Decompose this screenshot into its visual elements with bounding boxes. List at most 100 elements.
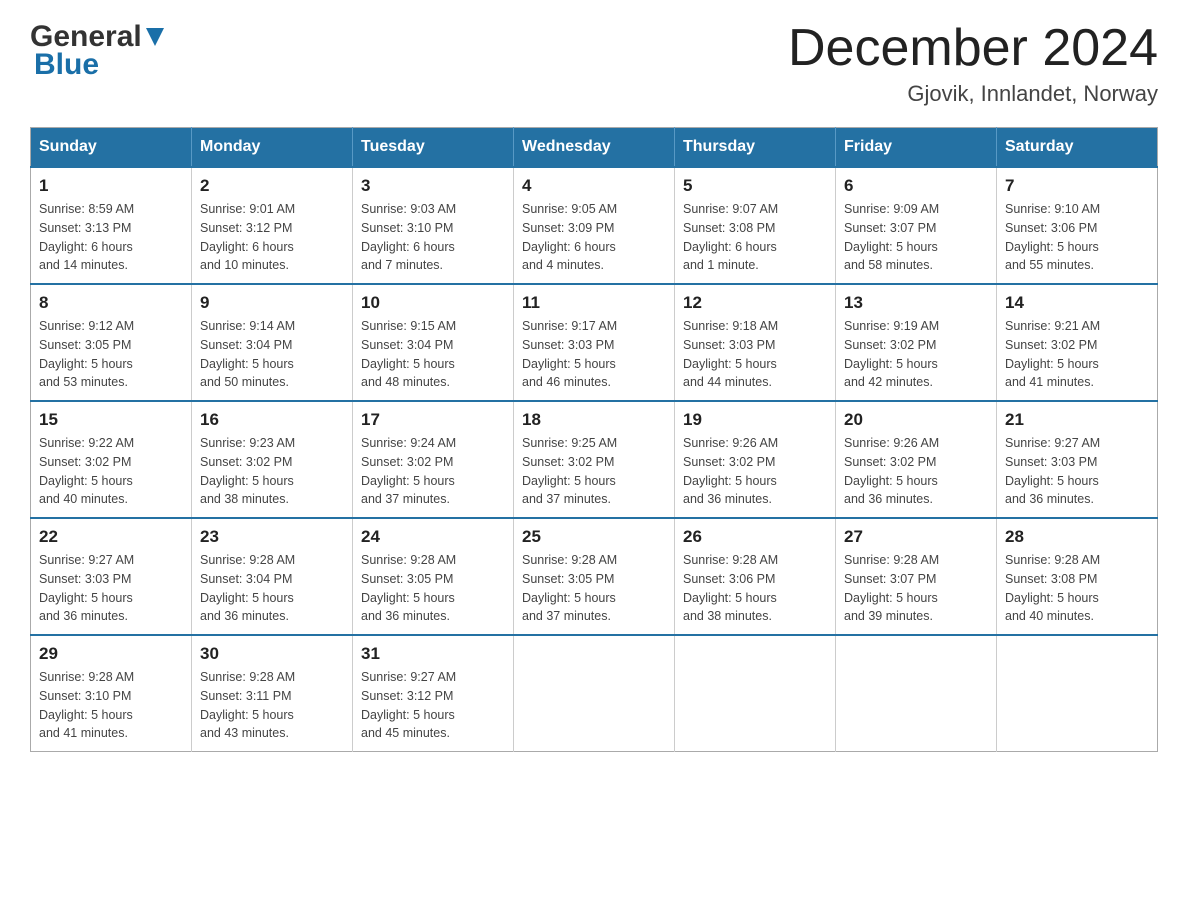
logo-blue-text: Blue [34, 48, 99, 82]
day-number: 14 [1005, 293, 1149, 313]
day-info: Sunrise: 9:28 AMSunset: 3:10 PMDaylight:… [39, 668, 183, 743]
calendar-cell: 20Sunrise: 9:26 AMSunset: 3:02 PMDayligh… [836, 401, 997, 518]
calendar-cell [675, 635, 836, 752]
day-number: 15 [39, 410, 183, 430]
calendar-cell: 13 Sunrise: 9:19 AMSunset: 3:02 PMDayligh… [836, 284, 997, 401]
calendar-header-wednesday: Wednesday [514, 128, 675, 168]
calendar-header-saturday: Saturday [997, 128, 1158, 168]
calendar-cell: 3 Sunrise: 9:03 AMSunset: 3:10 PMDaylight… [353, 167, 514, 284]
day-info: Sunrise: 9:25 AMSunset: 3:02 PMDaylight:… [522, 434, 666, 509]
calendar-cell: 28 Sunrise: 9:28 AMSunset: 3:08 PMDayligh… [997, 518, 1158, 635]
day-info: Sunrise: 8:59 AMSunset: 3:13 PMDaylight:… [39, 200, 183, 275]
day-number: 21 [1005, 410, 1149, 430]
calendar-cell: 10Sunrise: 9:15 AMSunset: 3:04 PMDayligh… [353, 284, 514, 401]
calendar-cell: 6 Sunrise: 9:09 AMSunset: 3:07 PMDaylight… [836, 167, 997, 284]
calendar-cell: 29Sunrise: 9:28 AMSunset: 3:10 PMDayligh… [31, 635, 192, 752]
day-info: Sunrise: 9:09 AMSunset: 3:07 PMDaylight:… [844, 200, 988, 275]
calendar-week-row: 8Sunrise: 9:12 AMSunset: 3:05 PMDaylight… [31, 284, 1158, 401]
day-number: 1 [39, 176, 183, 196]
calendar-cell: 31 Sunrise: 9:27 AMSunset: 3:12 PMDayligh… [353, 635, 514, 752]
day-info: Sunrise: 9:27 AMSunset: 3:12 PMDaylight:… [361, 668, 505, 743]
day-info: Sunrise: 9:18 AMSunset: 3:03 PMDaylight:… [683, 317, 827, 392]
calendar-cell: 26 Sunrise: 9:28 AMSunset: 3:06 PMDayligh… [675, 518, 836, 635]
day-info: Sunrise: 9:17 AMSunset: 3:03 PMDaylight:… [522, 317, 666, 392]
calendar-cell: 21 Sunrise: 9:27 AMSunset: 3:03 PMDayligh… [997, 401, 1158, 518]
calendar-cell: 9 Sunrise: 9:14 AMSunset: 3:04 PMDaylight… [192, 284, 353, 401]
day-info: Sunrise: 9:28 AMSunset: 3:07 PMDaylight:… [844, 551, 988, 626]
calendar-cell: 1 Sunrise: 8:59 AMSunset: 3:13 PMDaylight… [31, 167, 192, 284]
calendar-cell: 14 Sunrise: 9:21 AMSunset: 3:02 PMDayligh… [997, 284, 1158, 401]
calendar-cell: 15Sunrise: 9:22 AMSunset: 3:02 PMDayligh… [31, 401, 192, 518]
day-number: 28 [1005, 527, 1149, 547]
day-number: 11 [522, 293, 666, 313]
day-number: 6 [844, 176, 988, 196]
calendar-cell: 25 Sunrise: 9:28 AMSunset: 3:05 PMDayligh… [514, 518, 675, 635]
calendar-cell: 18Sunrise: 9:25 AMSunset: 3:02 PMDayligh… [514, 401, 675, 518]
calendar-cell: 5 Sunrise: 9:07 AMSunset: 3:08 PMDaylight… [675, 167, 836, 284]
calendar-cell: 22 Sunrise: 9:27 AMSunset: 3:03 PMDayligh… [31, 518, 192, 635]
day-number: 20 [844, 410, 988, 430]
day-number: 3 [361, 176, 505, 196]
day-number: 25 [522, 527, 666, 547]
calendar-cell [514, 635, 675, 752]
logo: General Blue [30, 20, 166, 82]
day-info: Sunrise: 9:23 AMSunset: 3:02 PMDaylight:… [200, 434, 344, 509]
day-info: Sunrise: 9:03 AMSunset: 3:10 PMDaylight:… [361, 200, 505, 275]
calendar-table: SundayMondayTuesdayWednesdayThursdayFrid… [30, 127, 1158, 752]
day-info: Sunrise: 9:14 AMSunset: 3:04 PMDaylight:… [200, 317, 344, 392]
day-info: Sunrise: 9:28 AMSunset: 3:04 PMDaylight:… [200, 551, 344, 626]
day-info: Sunrise: 9:28 AMSunset: 3:11 PMDaylight:… [200, 668, 344, 743]
day-info: Sunrise: 9:05 AMSunset: 3:09 PMDaylight:… [522, 200, 666, 275]
calendar-cell: 2Sunrise: 9:01 AMSunset: 3:12 PMDaylight… [192, 167, 353, 284]
day-number: 16 [200, 410, 344, 430]
day-info: Sunrise: 9:26 AMSunset: 3:02 PMDaylight:… [683, 434, 827, 509]
calendar-cell [997, 635, 1158, 752]
calendar-header-tuesday: Tuesday [353, 128, 514, 168]
calendar-cell: 30Sunrise: 9:28 AMSunset: 3:11 PMDayligh… [192, 635, 353, 752]
day-info: Sunrise: 9:27 AMSunset: 3:03 PMDaylight:… [1005, 434, 1149, 509]
day-number: 31 [361, 644, 505, 664]
calendar-header-thursday: Thursday [675, 128, 836, 168]
day-number: 19 [683, 410, 827, 430]
calendar-cell: 24Sunrise: 9:28 AMSunset: 3:05 PMDayligh… [353, 518, 514, 635]
calendar-cell: 17Sunrise: 9:24 AMSunset: 3:02 PMDayligh… [353, 401, 514, 518]
calendar-week-row: 15Sunrise: 9:22 AMSunset: 3:02 PMDayligh… [31, 401, 1158, 518]
day-number: 23 [200, 527, 344, 547]
calendar-cell: 12 Sunrise: 9:18 AMSunset: 3:03 PMDayligh… [675, 284, 836, 401]
logo-arrow-icon [144, 26, 166, 48]
day-info: Sunrise: 9:10 AMSunset: 3:06 PMDaylight:… [1005, 200, 1149, 275]
day-number: 9 [200, 293, 344, 313]
month-title: December 2024 [788, 20, 1158, 77]
day-info: Sunrise: 9:19 AMSunset: 3:02 PMDaylight:… [844, 317, 988, 392]
day-info: Sunrise: 9:07 AMSunset: 3:08 PMDaylight:… [683, 200, 827, 275]
calendar-cell: 27 Sunrise: 9:28 AMSunset: 3:07 PMDayligh… [836, 518, 997, 635]
day-number: 22 [39, 527, 183, 547]
calendar-cell: 7Sunrise: 9:10 AMSunset: 3:06 PMDaylight… [997, 167, 1158, 284]
day-info: Sunrise: 9:28 AMSunset: 3:05 PMDaylight:… [522, 551, 666, 626]
day-number: 12 [683, 293, 827, 313]
day-number: 13 [844, 293, 988, 313]
calendar-cell: 11 Sunrise: 9:17 AMSunset: 3:03 PMDayligh… [514, 284, 675, 401]
calendar-week-row: 29Sunrise: 9:28 AMSunset: 3:10 PMDayligh… [31, 635, 1158, 752]
day-number: 5 [683, 176, 827, 196]
calendar-cell: 4 Sunrise: 9:05 AMSunset: 3:09 PMDaylight… [514, 167, 675, 284]
day-info: Sunrise: 9:01 AMSunset: 3:12 PMDaylight:… [200, 200, 344, 275]
day-info: Sunrise: 9:21 AMSunset: 3:02 PMDaylight:… [1005, 317, 1149, 392]
day-number: 4 [522, 176, 666, 196]
day-info: Sunrise: 9:27 AMSunset: 3:03 PMDaylight:… [39, 551, 183, 626]
day-info: Sunrise: 9:12 AMSunset: 3:05 PMDaylight:… [39, 317, 183, 392]
day-info: Sunrise: 9:28 AMSunset: 3:06 PMDaylight:… [683, 551, 827, 626]
day-info: Sunrise: 9:24 AMSunset: 3:02 PMDaylight:… [361, 434, 505, 509]
day-number: 26 [683, 527, 827, 547]
day-info: Sunrise: 9:28 AMSunset: 3:08 PMDaylight:… [1005, 551, 1149, 626]
calendar-header-monday: Monday [192, 128, 353, 168]
calendar-cell [836, 635, 997, 752]
calendar-cell: 16 Sunrise: 9:23 AMSunset: 3:02 PMDayligh… [192, 401, 353, 518]
day-number: 10 [361, 293, 505, 313]
day-number: 27 [844, 527, 988, 547]
calendar-header-sunday: Sunday [31, 128, 192, 168]
calendar-header-friday: Friday [836, 128, 997, 168]
day-number: 24 [361, 527, 505, 547]
calendar-header-row: SundayMondayTuesdayWednesdayThursdayFrid… [31, 128, 1158, 168]
calendar-cell: 23 Sunrise: 9:28 AMSunset: 3:04 PMDayligh… [192, 518, 353, 635]
